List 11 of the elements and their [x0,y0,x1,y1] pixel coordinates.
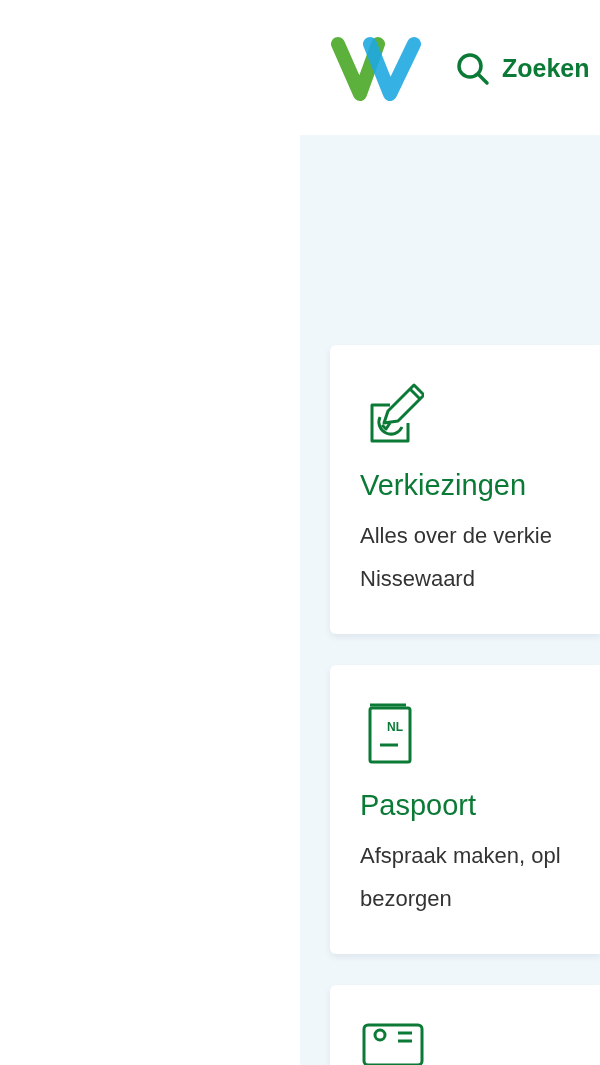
service-card[interactable]: Verkiezingen Alles over de verkie Nissewaard [330,345,600,634]
card-title: Verkiezingen [360,469,528,502]
logo[interactable] [330,35,422,102]
search-link[interactable]: Zoeken [456,51,590,86]
search-icon [456,51,490,86]
card-description: Alles over de verkie Nissewaard [360,522,553,593]
passport-code: NL [387,720,403,734]
passport-icon [366,701,414,765]
service-card[interactable]: NL Paspoort Afspraak maken, opl bezorgen [330,665,600,954]
card-title: Paspoort [360,789,478,822]
card-description: Afspraak maken, opl bezorgen [360,842,562,913]
